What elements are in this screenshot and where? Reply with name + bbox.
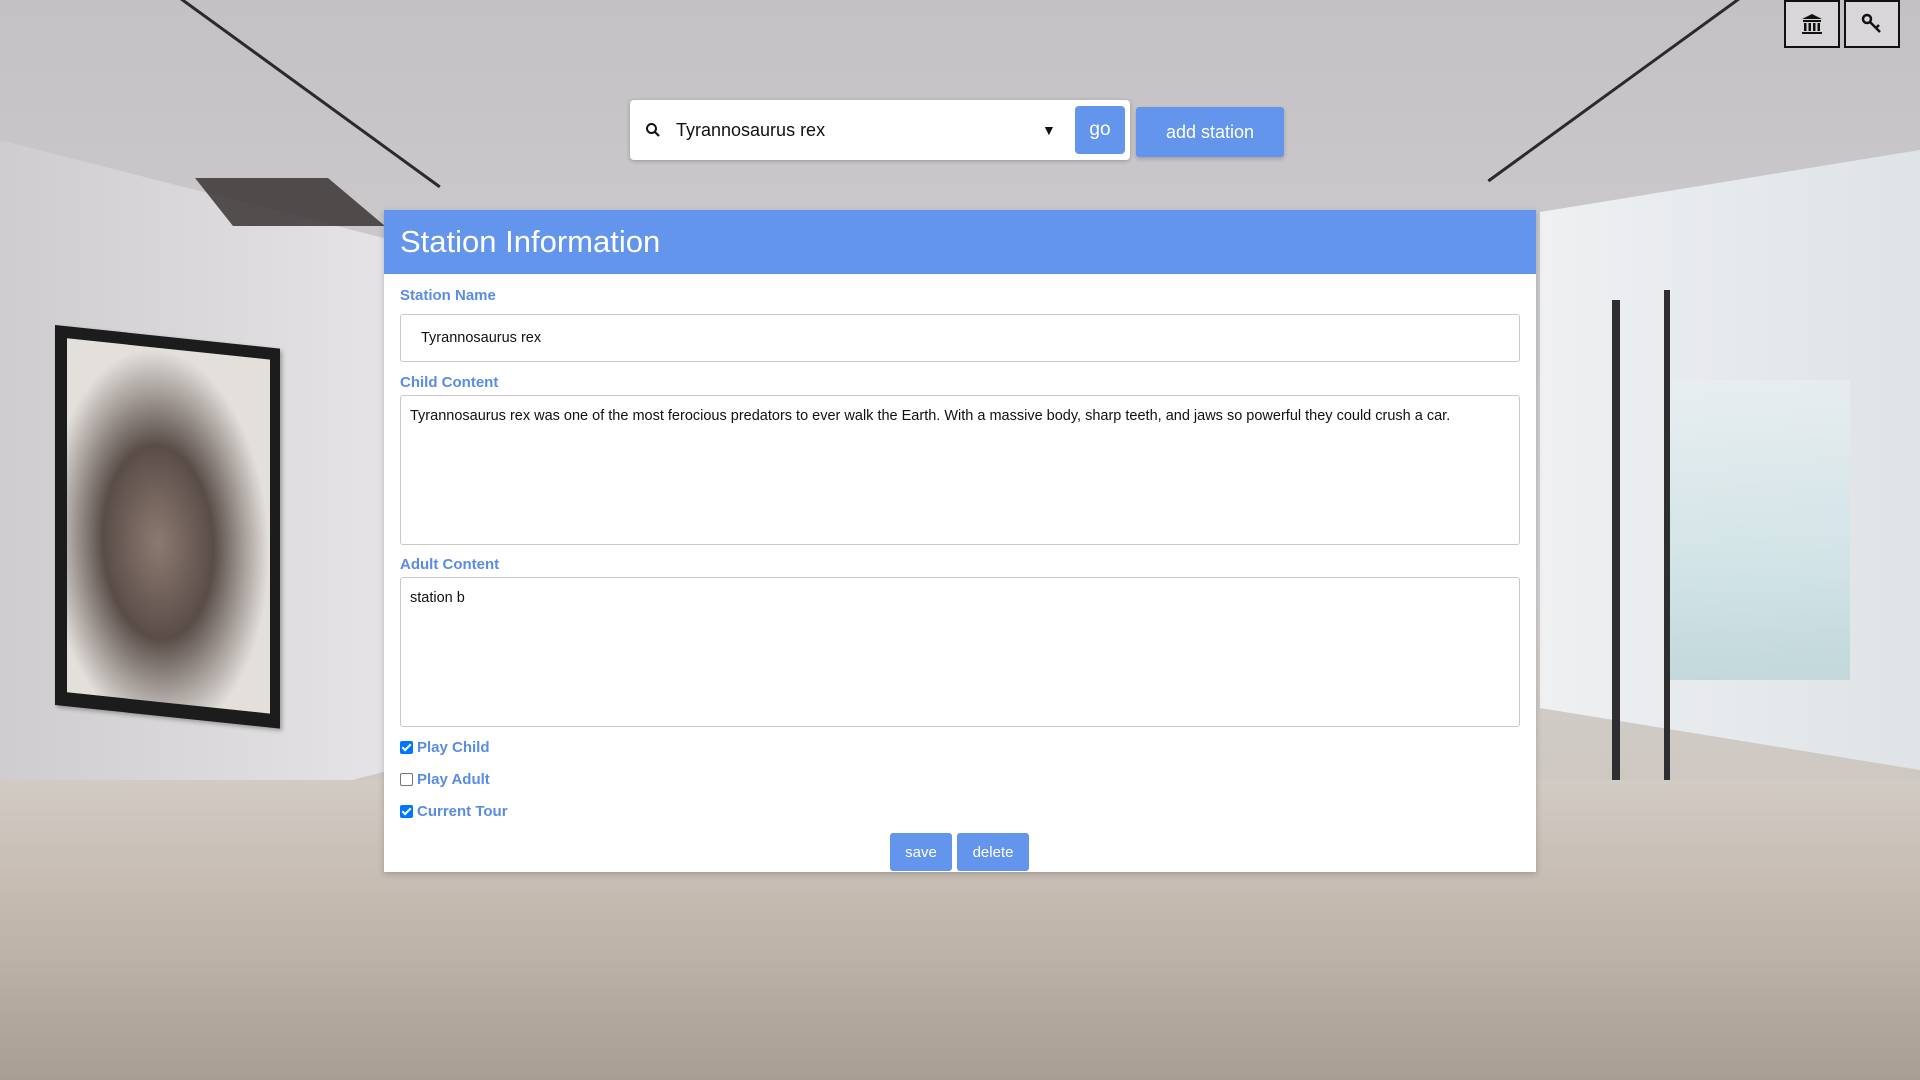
current-tour-label[interactable]: Current Tour [417, 803, 508, 820]
current-tour-checkbox[interactable] [400, 805, 413, 818]
station-name-input[interactable]: Tyrannosaurus rex [400, 314, 1520, 362]
go-button[interactable]: go [1075, 106, 1125, 154]
current-tour-option[interactable]: Current Tour [400, 803, 508, 820]
station-select[interactable]: Tyrannosaurus rex [676, 116, 1066, 144]
delete-button[interactable]: delete [957, 833, 1029, 871]
play-child-label[interactable]: Play Child [417, 739, 490, 756]
key-icon [1861, 13, 1881, 33]
child-content-textarea[interactable]: Tyrannosaurus rex was one of the most fe… [400, 395, 1520, 545]
painting-canvas [67, 338, 270, 714]
child-content-label: Child Content [400, 374, 499, 391]
adult-content-textarea[interactable]: station b [400, 577, 1520, 727]
station-name-label: Station Name [400, 287, 496, 304]
play-adult-option[interactable]: Play Adult [400, 771, 490, 788]
play-child-checkbox[interactable] [400, 741, 413, 754]
play-adult-checkbox[interactable] [400, 773, 413, 786]
ceiling-line-left [180, 0, 441, 189]
adult-content-label: Adult Content [400, 556, 500, 573]
station-info-panel: Station Information Station Name Tyranno… [384, 210, 1536, 872]
play-child-option[interactable]: Play Child [400, 739, 490, 756]
gallery-pillar [1664, 290, 1670, 780]
museum-button[interactable] [1784, 0, 1840, 48]
wall-painting [55, 325, 280, 729]
save-button[interactable]: save [890, 833, 952, 871]
add-station-button[interactable]: add station [1136, 107, 1284, 157]
dropdown-arrow-icon[interactable]: ▼ [1042, 122, 1056, 138]
gallery-pillar [1612, 300, 1620, 780]
key-button[interactable] [1844, 0, 1900, 48]
panel-title: Station Information [384, 210, 1536, 274]
museum-icon [1802, 14, 1822, 34]
search-icon [646, 123, 660, 137]
station-search: Tyrannosaurus rex ▼ go [630, 100, 1130, 160]
gallery-window [1670, 380, 1850, 680]
play-adult-label[interactable]: Play Adult [417, 771, 490, 788]
ceiling-line-right [1487, 0, 1740, 183]
